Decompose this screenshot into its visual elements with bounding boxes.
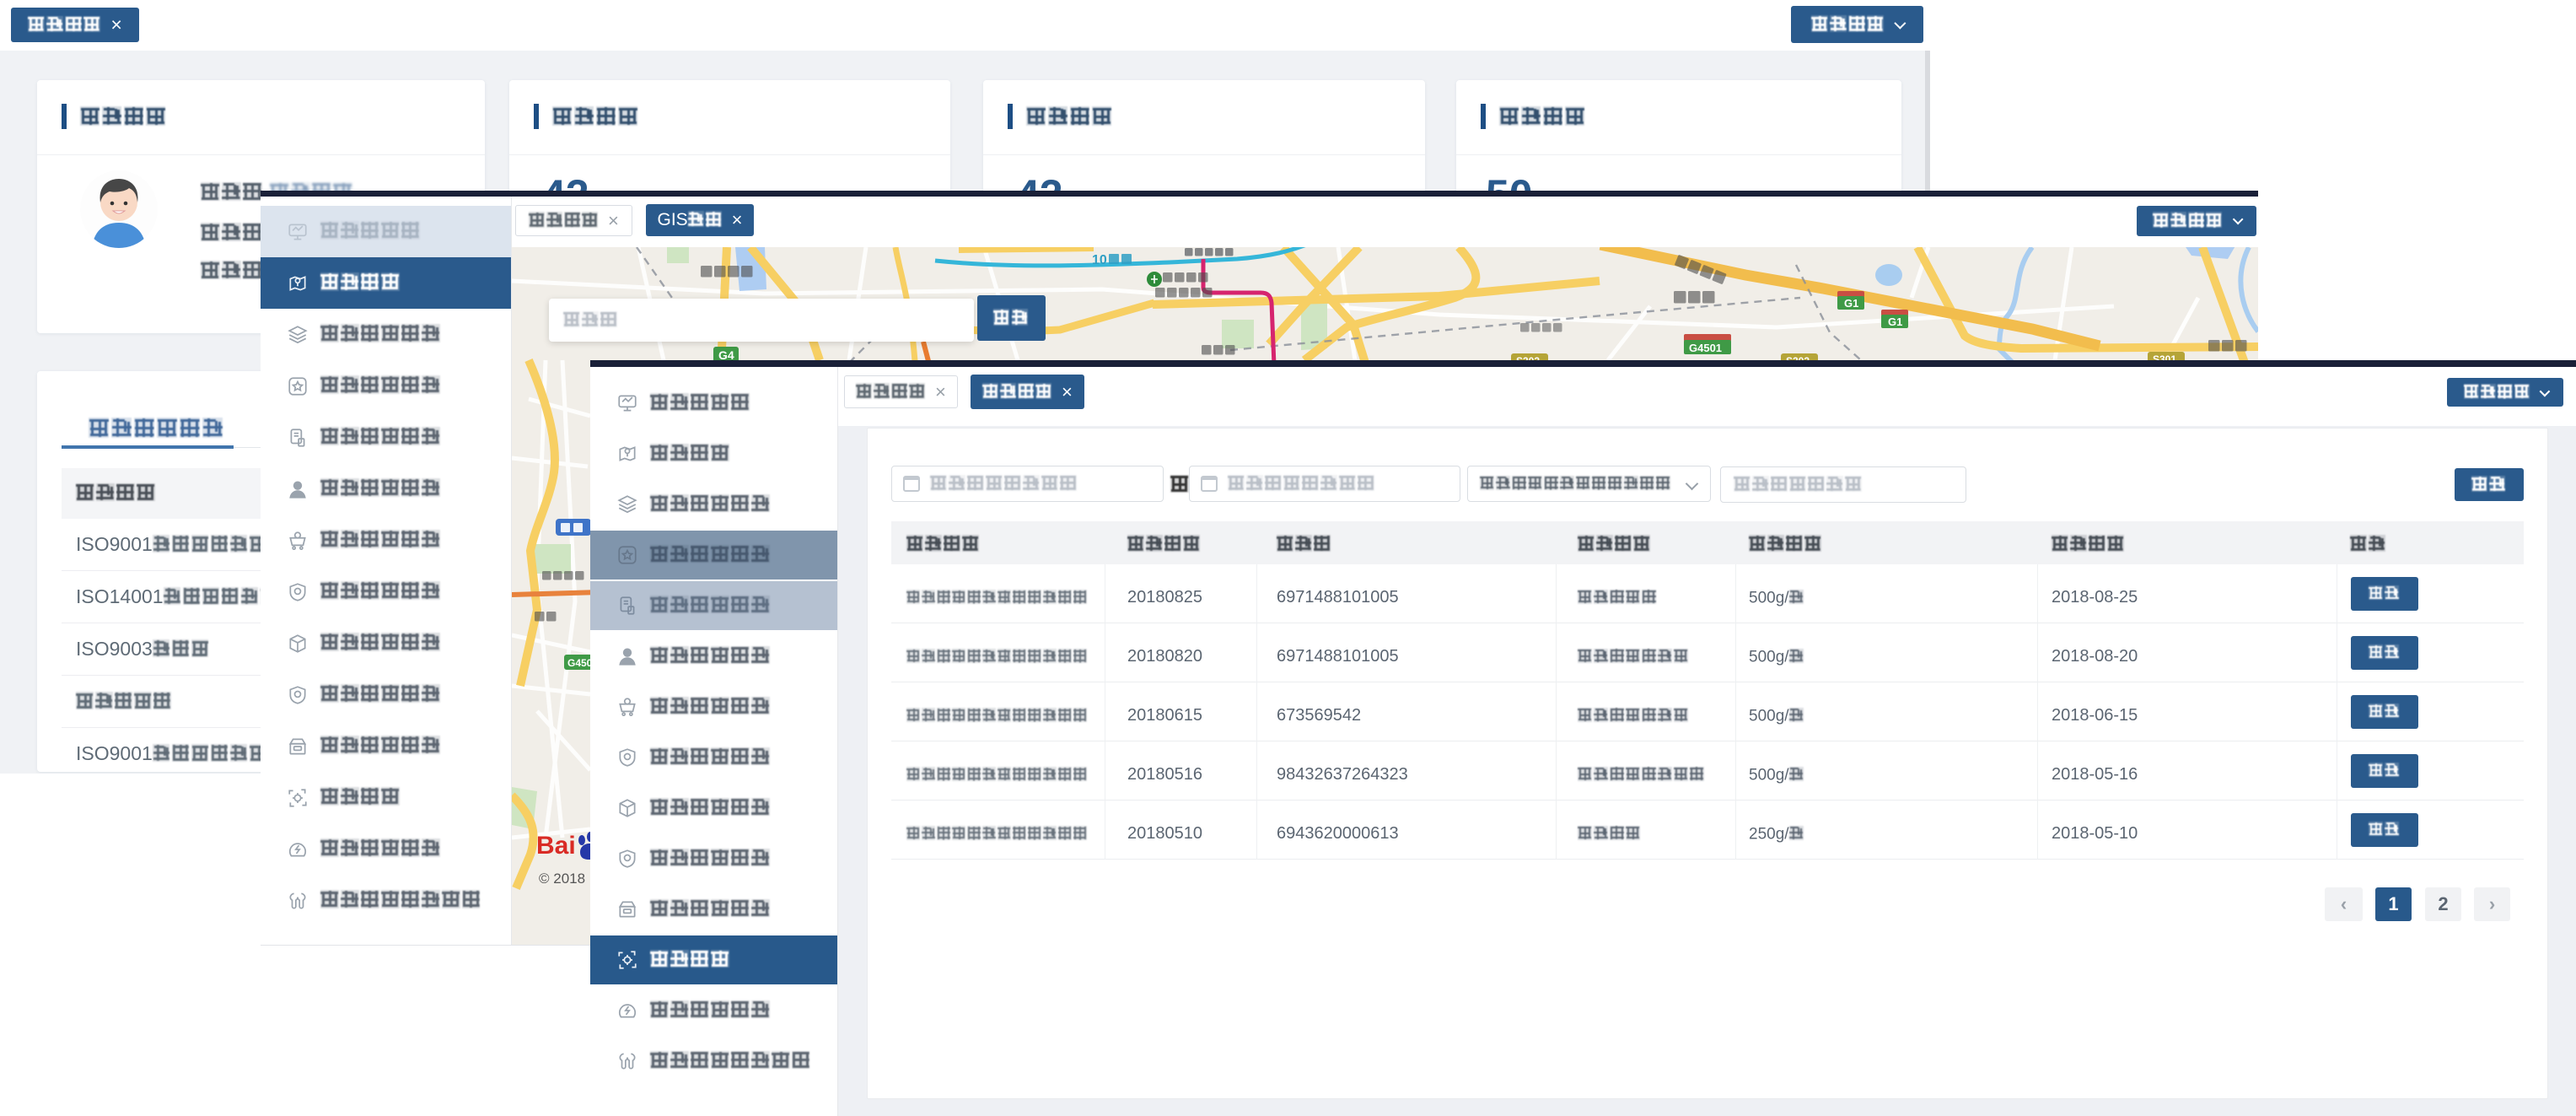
svg-text:G1: G1 [1844,297,1858,310]
svg-text:G1: G1 [1888,315,1902,328]
svg-text:10: 10 [1092,253,1107,267]
svg-text:G4501: G4501 [1689,342,1722,354]
